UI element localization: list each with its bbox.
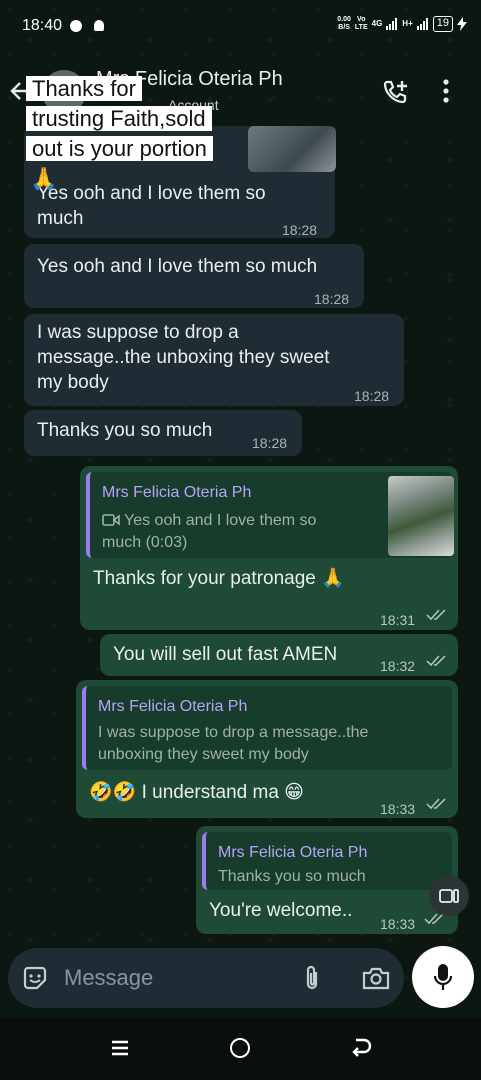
message-outgoing-3[interactable]: Mrs Felicia Oteria Ph I was suppose to d… — [76, 680, 458, 818]
message-input-bar — [8, 948, 404, 1008]
quote-text: I was suppose to drop a message..the unb… — [98, 722, 368, 766]
quote-line-2: unboxing they sweet my body — [98, 746, 309, 763]
signal-icon — [386, 18, 398, 30]
quote-line-2: much (0:03) — [102, 534, 188, 551]
mic-icon — [433, 964, 453, 990]
message-line-2: message..the unboxing they sweet — [37, 347, 330, 368]
status-indicators: 0.00 B/S Vo LTE 4G H+ 19 — [337, 16, 467, 32]
net-speed: 0.00 B/S — [337, 16, 351, 32]
message-incoming-2[interactable]: Yes ooh and I love them so much 18:28 — [24, 244, 364, 308]
home-icon[interactable] — [230, 1038, 250, 1058]
android-icon — [94, 20, 104, 31]
camera-icon[interactable] — [362, 965, 390, 991]
message-text: 🤣🤣 I understand ma 😁 — [89, 782, 304, 803]
network-type-2: H+ — [402, 19, 413, 28]
back-icon[interactable] — [350, 1036, 372, 1058]
notification-dot-icon — [70, 20, 82, 32]
signal-icon-2 — [416, 18, 428, 30]
media-thumbnail[interactable] — [248, 126, 336, 172]
message-text: I was suppose to drop a message..the unb… — [37, 320, 330, 395]
message-text: You will sell out fast AMEN — [113, 644, 338, 665]
reply-quote[interactable]: Mrs Felicia Oteria Ph Yes ooh and I love… — [86, 472, 454, 558]
pray-emoji-icon: 🙏 — [30, 166, 58, 191]
pip-icon — [439, 889, 459, 903]
double-check-icon — [424, 913, 444, 925]
reply-quote[interactable]: Mrs Felicia Oteria Ph Thanks you so much — [202, 832, 452, 890]
network-type: 4G — [371, 19, 383, 28]
system-nav-bar — [0, 1018, 481, 1080]
quote-text: Thanks you so much — [218, 866, 366, 888]
sticker-line-3: out is your portion — [26, 136, 213, 161]
quote-media-thumbnail — [388, 476, 454, 556]
double-check-icon — [426, 798, 446, 810]
message-input[interactable] — [64, 963, 284, 993]
sticker-overlay: Thanks for trusting Faith,sold out is yo… — [26, 74, 252, 194]
message-outgoing-2[interactable]: You will sell out fast AMEN 18:32 — [100, 634, 458, 676]
reply-quote[interactable]: Mrs Felicia Oteria Ph I was suppose to d… — [82, 686, 452, 770]
sticker-line-2: trusting Faith,sold — [26, 106, 212, 131]
video-icon — [102, 514, 120, 526]
message-line-1: I was suppose to drop a — [37, 322, 239, 343]
quote-text-2: much (0:03) — [102, 532, 187, 554]
message-incoming-4[interactable]: Thanks you so much 18:28 — [24, 410, 302, 456]
status-bar: 18:40 0.00 B/S Vo LTE 4G H+ 19 — [0, 0, 481, 54]
charging-icon — [457, 17, 467, 31]
quote-line-1: Yes ooh and I love them so — [124, 512, 317, 529]
double-check-icon — [426, 609, 446, 621]
message-time: 18:33 — [380, 916, 416, 932]
message-line-2: much — [37, 208, 84, 229]
quote-text: Yes ooh and I love them so — [124, 510, 316, 532]
message-time: 18:33 — [380, 801, 416, 817]
message-time: 18:28 — [252, 435, 288, 451]
message-incoming-3[interactable]: I was suppose to drop a message..the unb… — [24, 314, 404, 406]
quote-line-1: Thanks you so much — [218, 868, 366, 885]
message-line-3: my body — [37, 372, 109, 393]
message-outgoing-1[interactable]: Mrs Felicia Oteria Ph Yes ooh and I love… — [80, 466, 458, 630]
quote-author: Mrs Felicia Oteria Ph — [218, 844, 368, 861]
add-call-icon[interactable] — [382, 78, 410, 106]
attach-icon[interactable] — [304, 964, 320, 992]
quote-line-1: I was suppose to drop a message..the — [98, 724, 369, 741]
message-text: Yes ooh and I love them so much — [37, 256, 318, 277]
quote-author: Mrs Felicia Oteria Ph — [102, 484, 252, 501]
message-text: Thanks you so much — [37, 420, 213, 441]
voice-record-button[interactable] — [412, 946, 474, 1008]
volte-indicator: Vo LTE — [355, 16, 368, 32]
net-speed-unit: B/S — [338, 24, 350, 31]
message-time: 18:28 — [282, 222, 318, 238]
message-text: You're welcome.. — [209, 900, 353, 921]
volte-bottom: LTE — [354, 24, 368, 31]
more-options-icon[interactable] — [442, 78, 450, 104]
scroll-down-button[interactable] — [429, 876, 469, 916]
status-time: 18:40 — [22, 17, 63, 34]
message-outgoing-4[interactable]: Mrs Felicia Oteria Ph Thanks you so much… — [196, 826, 458, 934]
sticker-line-1: Thanks for — [26, 76, 142, 101]
double-check-icon — [426, 655, 446, 667]
net-speed-value: 0.00 — [337, 16, 351, 23]
volte-top: Vo — [357, 16, 366, 23]
battery-indicator: 19 — [432, 16, 453, 32]
quote-author: Mrs Felicia Oteria Ph — [98, 698, 248, 715]
sticker-emoji-icon[interactable] — [22, 965, 48, 991]
message-text: Thanks for your patronage 🙏 — [93, 568, 345, 589]
message-time: 18:31 — [380, 612, 416, 628]
message-time: 18:28 — [314, 291, 350, 307]
message-time: 18:28 — [354, 388, 390, 404]
message-time: 18:32 — [380, 658, 416, 674]
recents-icon[interactable] — [110, 1038, 130, 1058]
